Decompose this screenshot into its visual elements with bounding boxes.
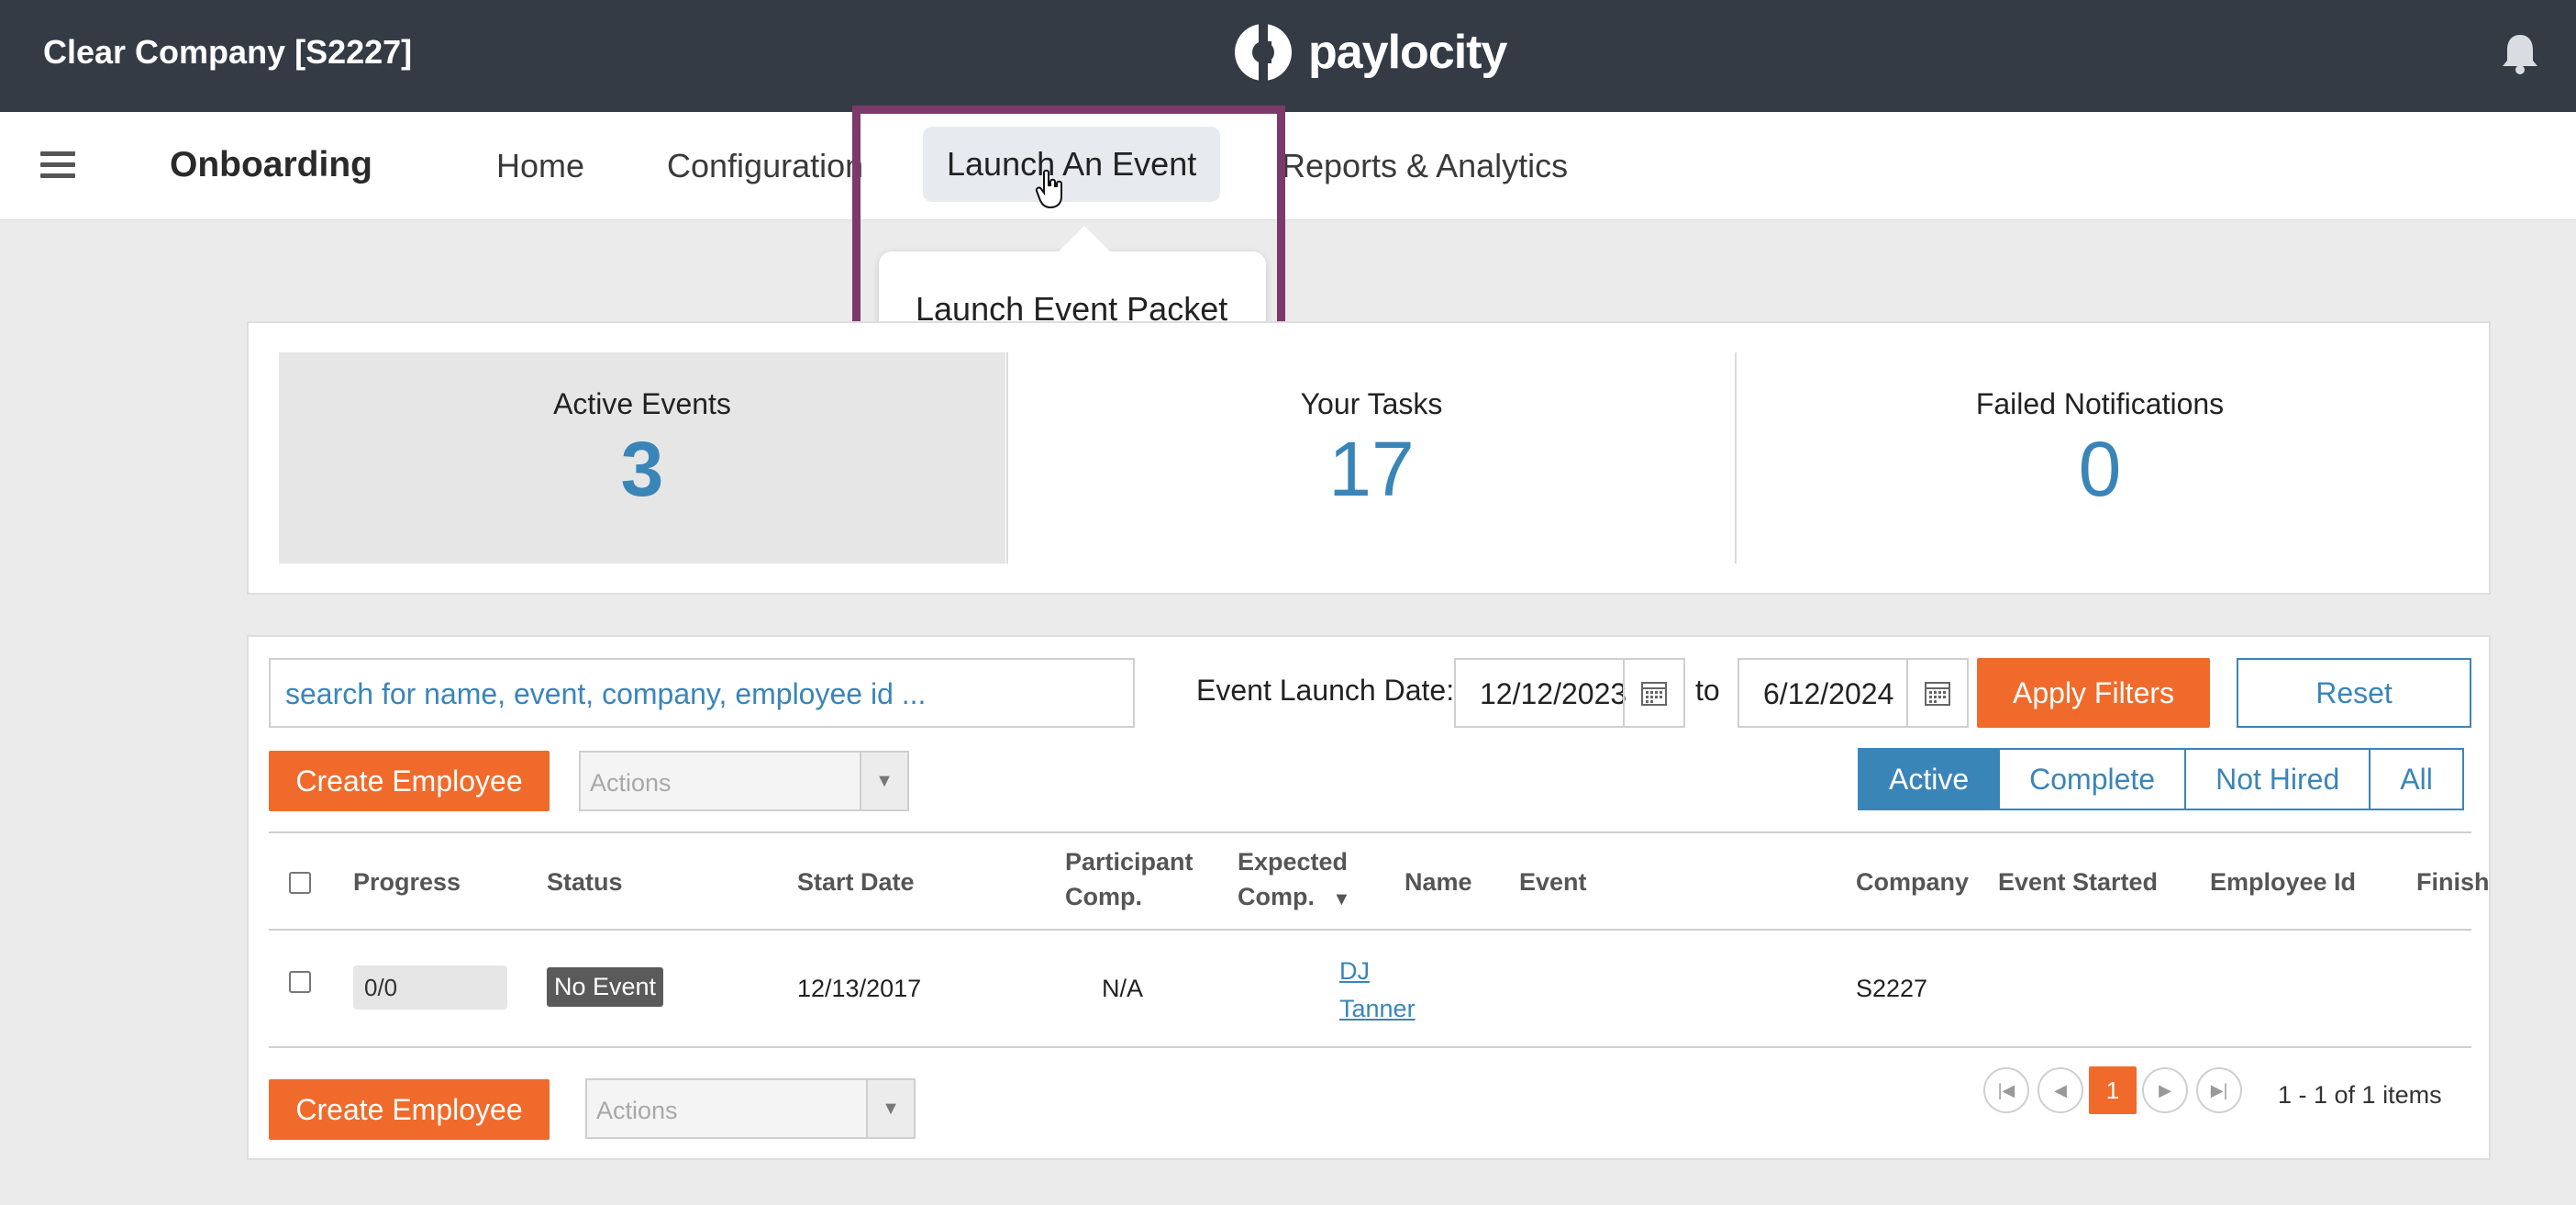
pagination: |◀ ◀ 1 ▶ ▶| — [1983, 1066, 2242, 1114]
date-to-value: 6/12/2024 — [1763, 677, 1894, 710]
participant-comp-cell: N/A — [1102, 975, 1144, 1002]
calendar-icon[interactable] — [1906, 660, 1967, 726]
nav-configuration[interactable]: Configuration — [667, 147, 863, 185]
stat-failed-notifications[interactable]: Failed Notifications 0 — [1735, 352, 2463, 563]
status-tabs: Active Complete Not Hired All — [1858, 748, 2464, 810]
col-status[interactable]: Status — [547, 865, 623, 899]
stat-value: 3 — [620, 426, 664, 512]
col-participant-line1: Participant — [1065, 848, 1194, 876]
notification-bell-icon[interactable] — [2500, 31, 2540, 80]
company-cell: S2227 — [1856, 975, 1928, 1002]
create-employee-button-bottom[interactable]: Create Employee — [269, 1079, 550, 1140]
date-from-value: 12/12/2023 — [1480, 677, 1627, 710]
company-name: Clear Company [S2227] — [43, 33, 413, 71]
col-participant-line2: Comp. — [1065, 883, 1142, 910]
paylocity-logo[interactable]: paylocity — [1231, 20, 1507, 84]
start-date-cell: 12/13/2017 — [797, 975, 922, 1002]
actions-placeholder: Actions — [596, 1097, 678, 1124]
col-name[interactable]: Name — [1405, 865, 1472, 899]
create-employee-button[interactable]: Create Employee — [269, 751, 550, 811]
nav-home[interactable]: Home — [496, 147, 584, 185]
stat-value: 0 — [2078, 426, 2122, 512]
apply-filters-button[interactable]: Apply Filters — [1977, 658, 2210, 728]
stat-label: Failed Notifications — [1975, 387, 2225, 420]
calendar-icon[interactable] — [1623, 660, 1683, 726]
tab-all[interactable]: All — [2369, 750, 2462, 809]
hamburger-menu-icon[interactable] — [40, 151, 75, 179]
search-input[interactable]: search for name, event, company, employe… — [269, 658, 1135, 728]
table-header: Progress Status Start Date Participant C… — [269, 831, 2490, 931]
col-progress[interactable]: Progress — [353, 865, 461, 899]
stat-your-tasks[interactable]: Your Tasks 17 — [1006, 352, 1735, 563]
employee-first-name: DJ — [1339, 957, 1370, 985]
stat-value: 17 — [1328, 426, 1415, 512]
reset-button[interactable]: Reset — [2237, 658, 2471, 728]
col-start-date[interactable]: Start Date — [797, 865, 915, 899]
col-participant-comp[interactable]: Participant Comp. — [1065, 844, 1194, 914]
nav-reports-analytics[interactable]: Reports & Analytics — [1282, 147, 1568, 185]
stat-label: Active Events — [553, 387, 731, 420]
col-event[interactable]: Event — [1519, 865, 1587, 899]
first-page-icon[interactable]: |◀ — [1983, 1067, 2029, 1113]
col-finish[interactable]: Finish — [2416, 865, 2490, 899]
prev-page-icon[interactable]: ◀ — [2037, 1067, 2083, 1113]
row-checkbox[interactable] — [289, 971, 311, 993]
progress-bar: 0/0 — [353, 965, 507, 1010]
tab-active[interactable]: Active — [1860, 750, 1999, 809]
employees-panel: search for name, event, company, employe… — [247, 635, 2491, 1160]
status-badge: No Event — [547, 967, 664, 1007]
actions-dropdown-bottom[interactable]: Actions ▼ — [585, 1078, 916, 1139]
employee-name-link[interactable]: DJ Tanner — [1339, 953, 1416, 1028]
employee-last-name: Tanner — [1339, 995, 1416, 1022]
last-page-icon[interactable]: ▶| — [2196, 1067, 2242, 1113]
module-title: Onboarding — [170, 145, 372, 184]
stat-active-events[interactable]: Active Events 3 — [279, 352, 1005, 563]
col-expected-comp[interactable]: Expected Comp. ▼ — [1238, 844, 1350, 917]
date-from-field[interactable]: 12/12/2023 — [1454, 658, 1685, 728]
col-event-started[interactable]: Event Started — [1998, 865, 2158, 899]
chevron-down-icon[interactable]: ▼ — [860, 753, 907, 809]
col-company[interactable]: Company — [1856, 865, 1969, 899]
tab-complete[interactable]: Complete — [1998, 750, 2185, 809]
col-employee-id[interactable]: Employee Id — [2210, 865, 2356, 899]
actions-placeholder: Actions — [590, 769, 672, 797]
sort-desc-icon: ▼ — [1332, 889, 1351, 909]
next-page-icon[interactable]: ▶ — [2142, 1067, 2188, 1113]
date-to-field[interactable]: 6/12/2024 — [1738, 658, 1969, 728]
event-launch-date-label: Event Launch Date: — [1196, 674, 1455, 707]
page-number-current[interactable]: 1 — [2089, 1066, 2137, 1114]
actions-dropdown[interactable]: Actions ▼ — [579, 751, 909, 811]
table-row[interactable]: 0/0 No Event 12/13/2017 N/A DJ Tanner S2… — [269, 931, 2471, 1048]
paylocity-logo-icon — [1235, 22, 1292, 83]
col-expected-line2: Comp. ▼ — [1238, 883, 1351, 910]
chevron-down-icon[interactable]: ▼ — [866, 1080, 914, 1137]
select-all-checkbox[interactable] — [289, 872, 311, 894]
top-header: Clear Company [S2227] paylocity — [0, 0, 2576, 112]
to-label: to — [1695, 674, 1720, 707]
nav-bar: Onboarding Home Configuration Launch An … — [0, 112, 2576, 220]
hand-cursor-icon — [1035, 169, 1066, 214]
logo-text: paylocity — [1308, 26, 1507, 79]
pagination-info: 1 - 1 of 1 items — [2278, 1081, 2442, 1109]
col-expected-line1: Expected — [1238, 848, 1349, 876]
tab-not-hired[interactable]: Not Hired — [2184, 750, 2370, 809]
stat-label: Your Tasks — [1300, 387, 1443, 420]
stats-panel: Active Events 3 Your Tasks 17 Failed Not… — [247, 321, 2491, 595]
